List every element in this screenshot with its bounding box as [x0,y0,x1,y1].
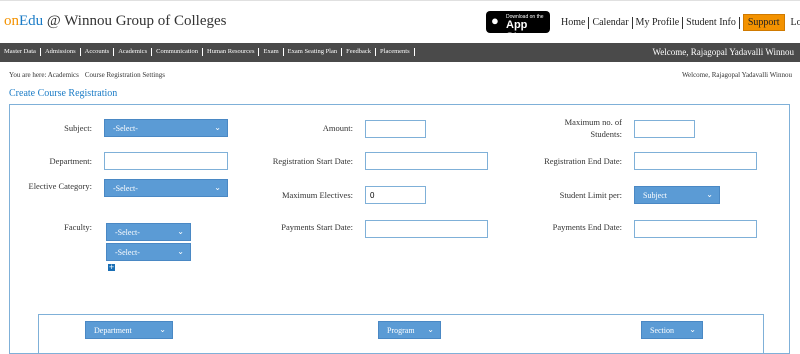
student-info-link[interactable]: Student Info [683,16,740,29]
faculty-select-2-value: -Select- [115,248,140,257]
filter-section-value: Section [650,326,674,335]
department-input[interactable] [104,152,228,170]
nav-academics[interactable]: Academics [114,48,153,56]
nav-admissions[interactable]: Admissions [41,48,81,56]
nav-human-resources[interactable]: Human Resources [203,48,260,56]
pay-start-label: Payments Start Date: [281,222,353,232]
elective-category-label: Elective Category: [28,181,93,191]
main-nav: Master Data Admissions Accounts Academic… [0,43,800,62]
apple-logo-icon: ● [491,13,499,28]
nav-items: Master Data Admissions Accounts Academic… [4,48,415,56]
max-students-label: Maximum no. of Students: [520,116,622,140]
logout-link[interactable]: Log Out [789,17,800,28]
filter-program-select[interactable]: Program ⌄ [378,321,441,339]
student-limit-label: Student Limit per: [559,190,622,200]
student-limit-select[interactable]: Subject ⌄ [634,186,720,204]
top-links: Home Calendar My Profile Student Info Su… [558,14,800,31]
breadcrumb-current[interactable]: Course Registration Settings [85,71,165,79]
faculty-select-1[interactable]: -Select- ⌄ [106,223,191,241]
breadcrumb: You are here: Academics Course Registrati… [9,71,165,79]
chevron-down-icon: ⌄ [159,325,166,334]
add-faculty-icon[interactable]: + [108,264,115,271]
reg-start-label: Registration Start Date: [272,156,353,166]
subject-select[interactable]: -Select- ⌄ [104,119,228,137]
chevron-down-icon: ⌄ [214,183,221,192]
filter-section-select[interactable]: Section ⌄ [641,321,703,339]
nav-accounts[interactable]: Accounts [81,48,115,56]
subject-label: Subject: [64,123,92,133]
home-link[interactable]: Home [558,16,590,29]
filter-department-value: Department [94,326,132,335]
chevron-down-icon: ⌄ [706,190,713,199]
nav-welcome-text: Welcome, Rajagopal Yadavalli Winnou [652,47,794,57]
calendar-link[interactable]: Calendar [589,16,633,29]
breadcrumb-prefix: You are here: Academics [9,71,79,79]
max-students-label-line2: Students: [590,129,622,139]
reg-end-input[interactable] [634,152,757,170]
filter-department-select[interactable]: Department ⌄ [85,321,173,339]
faculty-select-2[interactable]: -Select- ⌄ [106,243,191,261]
nav-feedback[interactable]: Feedback [342,48,377,56]
max-electives-label: Maximum Electives: [281,190,353,200]
app-store-badge[interactable]:  ● Download on the App Store [486,11,550,43]
elective-category-select-value: -Select- [113,184,138,193]
max-electives-input[interactable]: 0 [365,186,426,204]
chevron-down-icon: ⌄ [177,227,184,236]
nav-communication[interactable]: Communication [152,48,203,56]
brand-logo[interactable]: onEdu @ Winnou Group of Colleges [4,13,227,30]
reg-end-label: Registration End Date: [544,156,622,166]
chevron-down-icon: ⌄ [214,123,221,132]
elective-category-select[interactable]: -Select- ⌄ [104,179,228,197]
top-header: onEdu @ Winnou Group of Colleges  ● Dow… [0,0,800,43]
faculty-label: Faculty: [64,222,92,232]
nav-exam-seating-plan[interactable]: Exam Seating Plan [284,48,343,56]
nav-master-data[interactable]: Master Data [4,48,41,56]
my-profile-link[interactable]: My Profile [633,16,684,29]
page-title: Create Course Registration [9,88,118,99]
pay-end-input[interactable] [634,220,757,238]
brand-edu: Edu [19,13,44,29]
amount-input[interactable] [365,120,426,138]
filter-program-value: Program [387,326,415,335]
chevron-down-icon: ⌄ [689,325,696,334]
pay-end-label: Payments End Date: [552,222,622,232]
brand-org: @ Winnou Group of Colleges [43,13,227,29]
app-store-big-text: App Store [506,19,535,43]
chevron-down-icon: ⌄ [177,247,184,256]
max-students-label-line1: Maximum no. of [564,117,622,127]
nav-exam[interactable]: Exam [259,48,284,56]
amount-label: Amount: [322,123,353,133]
reg-start-input[interactable] [365,152,488,170]
welcome-text: Welcome, Rajagopal Yadavalli Winnou [681,71,792,79]
max-students-input[interactable] [634,120,695,138]
nav-placements[interactable]: Placements [376,48,415,56]
max-electives-input-value: 0 [370,191,375,200]
pay-start-input[interactable] [365,220,488,238]
department-label: Department: [49,156,92,166]
support-button[interactable]: Support [742,14,785,31]
chevron-down-icon: ⌄ [427,325,434,334]
student-limit-select-value: Subject [643,191,667,200]
brand-on: on [4,13,19,29]
faculty-select-1-value: -Select- [115,228,140,237]
subject-select-value: -Select- [113,124,138,133]
